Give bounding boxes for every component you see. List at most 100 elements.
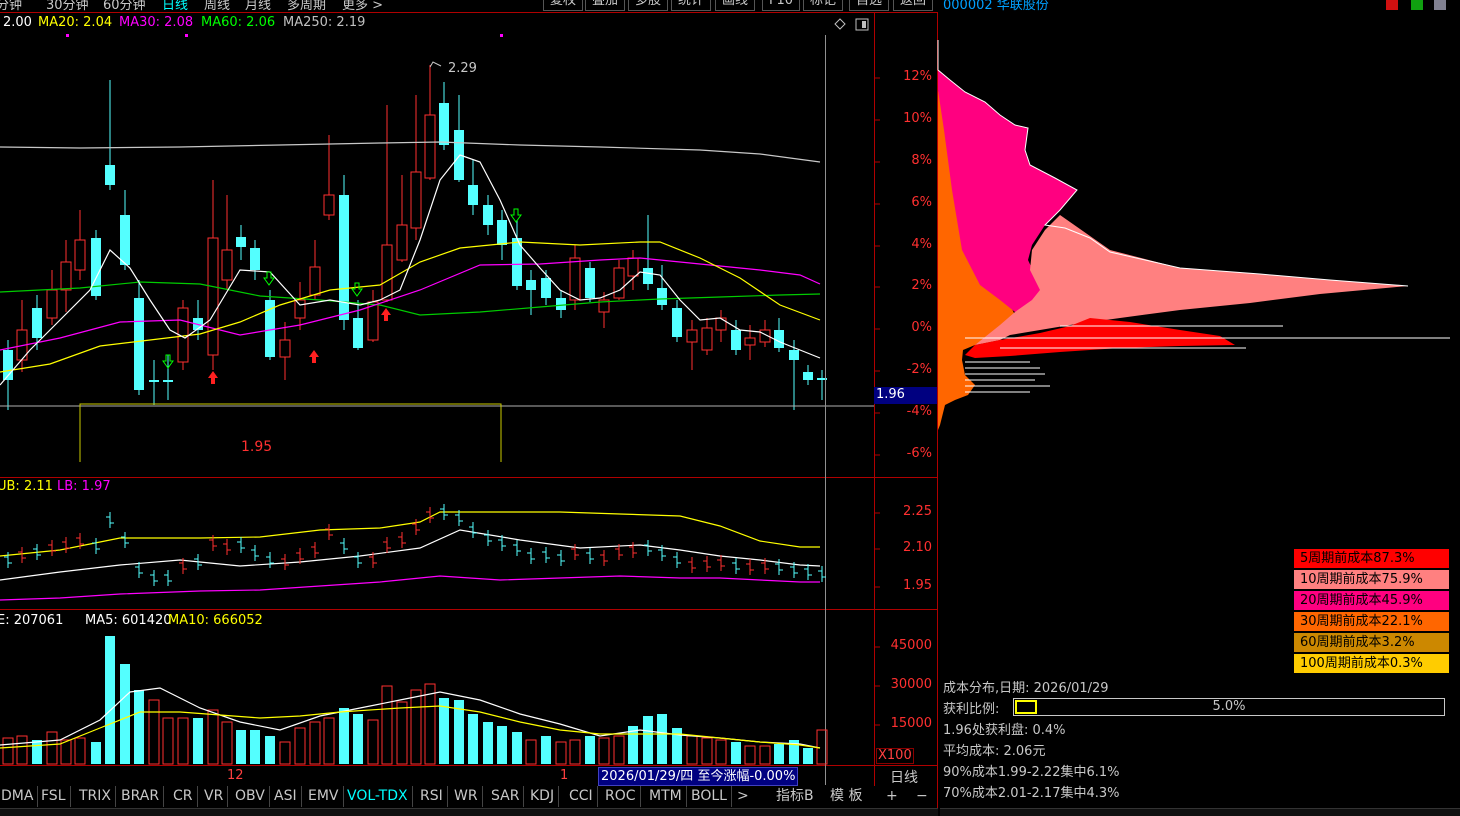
boll-bar — [629, 542, 637, 558]
tab-brar[interactable]: BRAR — [117, 786, 165, 807]
tab-cr[interactable]: CR — [169, 786, 198, 807]
chip-legend-60: 60周期前成本3.2% — [1294, 633, 1449, 652]
profit-at-price: 1.96处获利盘: 0.4% — [943, 723, 1066, 738]
percent-tick: -2% — [906, 362, 932, 377]
percent-tick: 12% — [903, 69, 932, 84]
ma5-value: 2.00 — [3, 15, 32, 30]
tab-rsi[interactable]: RSI — [416, 786, 448, 807]
current-price-label: 1.96 — [876, 387, 905, 402]
chip-legend-5: 5周期前成本87.3% — [1294, 549, 1449, 568]
boll-bar — [412, 519, 420, 535]
candle — [207, 180, 219, 370]
volume-bar — [177, 717, 189, 765]
chip-distribution — [937, 40, 1450, 430]
candle — [265, 290, 275, 360]
candle — [74, 210, 86, 280]
boll-bar — [804, 564, 812, 580]
volume-bar — [701, 737, 713, 765]
candle — [60, 240, 72, 312]
tab-emv[interactable]: EMV — [304, 786, 344, 807]
volume-bar — [744, 745, 756, 765]
period-label[interactable]: 日线 — [890, 767, 918, 787]
boll-tick: 1.95 — [903, 578, 932, 593]
percent-tick: -6% — [906, 446, 932, 461]
tab-trix[interactable]: TRIX — [75, 786, 116, 807]
ma20-value: MA20: 2.04 — [38, 15, 113, 30]
tab-boll[interactable]: BOLL — [687, 786, 732, 807]
zoom-out-button[interactable]: − — [916, 786, 928, 807]
chip-legend-100: 100周期前成本0.3% — [1294, 654, 1449, 673]
volume-bar — [715, 739, 727, 765]
volume-bar — [686, 735, 698, 765]
volume-bar — [439, 698, 449, 764]
tab-asi[interactable]: ASI — [270, 786, 302, 807]
boll-bar — [18, 547, 26, 563]
ma60-line — [0, 281, 821, 316]
tab-dma[interactable]: DMA — [0, 786, 39, 807]
tab-more[interactable]: > — [733, 786, 753, 807]
candle — [643, 215, 653, 290]
candle — [163, 355, 173, 400]
indicator-b-button[interactable]: 指标B — [776, 786, 814, 807]
tab-sar[interactable]: SAR — [487, 786, 525, 807]
ma250-value: MA250: 2.19 — [283, 15, 366, 30]
low-range-bracket — [79, 403, 502, 462]
boll-bar — [398, 532, 406, 548]
tab-mtm[interactable]: MTM — [645, 786, 687, 807]
vol-value: E: 207061 — [0, 613, 64, 628]
candle — [569, 245, 581, 310]
boll-lb-line — [0, 575, 820, 601]
candle — [803, 365, 813, 385]
template-button[interactable]: 模 板 — [830, 786, 862, 807]
boll-bar — [251, 545, 259, 561]
volume-bar — [657, 714, 667, 764]
percent-tick: -4% — [906, 404, 932, 419]
tab-fsl[interactable]: FSL — [37, 786, 71, 807]
volume-bar — [91, 742, 101, 764]
vol-ma10-value: MA10: 666052 — [168, 613, 263, 628]
tab-wr[interactable]: WR — [450, 786, 483, 807]
tab-roc[interactable]: ROC — [601, 786, 641, 807]
candle — [309, 240, 321, 300]
volume-bar — [148, 699, 160, 765]
candle — [657, 265, 667, 310]
candlestick-series — [3, 65, 827, 410]
zoom-in-button[interactable]: + — [886, 786, 898, 807]
boll-bar — [484, 530, 492, 546]
volume-bar — [105, 636, 115, 764]
boll-bar — [48, 540, 56, 556]
profit-ratio-value: 5.0% — [1212, 699, 1246, 714]
volume-bar — [294, 727, 306, 765]
boll-bar — [325, 524, 333, 540]
sell-arrow-icon — [510, 208, 522, 223]
percent-tick: 10% — [903, 111, 932, 126]
date-box: 2026/01/29/四 至今涨幅-0.00% — [598, 767, 799, 786]
buy-arrow-icon — [309, 350, 319, 363]
candle — [454, 95, 464, 182]
volume-bar — [512, 732, 522, 764]
boll-bar — [746, 559, 754, 575]
candle — [789, 340, 799, 410]
candle — [396, 175, 408, 262]
percent-tick: 6% — [911, 195, 932, 210]
candle — [468, 160, 478, 215]
candle — [91, 230, 101, 300]
volume-bar — [483, 722, 493, 764]
tab-vol-tdx[interactable]: VOL-TDX — [343, 786, 413, 807]
volume-bar — [323, 717, 335, 765]
sell-arrow-icon — [351, 282, 363, 297]
volume-bar — [250, 730, 260, 764]
ma5-line — [0, 154, 821, 386]
tab-vr[interactable]: VR — [200, 786, 229, 807]
volume-unit: X100 — [876, 748, 914, 764]
boll-bar — [340, 538, 348, 554]
volume-bar — [613, 735, 625, 765]
tab-kdj[interactable]: KDJ — [526, 786, 560, 807]
boll-bar — [354, 552, 362, 568]
volume-bar — [120, 664, 130, 764]
tab-obv[interactable]: OBV — [231, 786, 270, 807]
volume-bar — [759, 745, 771, 765]
average-cost: 平均成本: 2.06元 — [943, 744, 1046, 759]
volume-bar — [134, 690, 144, 764]
tab-cci[interactable]: CCI — [565, 786, 598, 807]
